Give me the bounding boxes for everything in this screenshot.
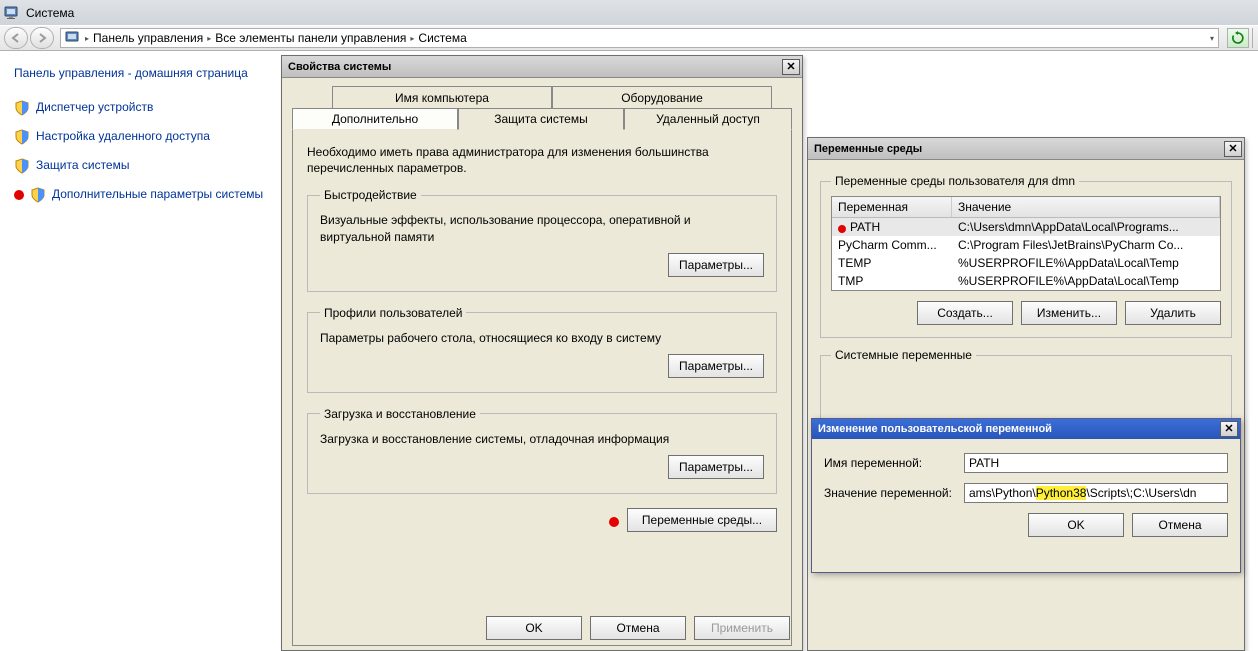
apply-button[interactable]: Применить bbox=[694, 616, 790, 640]
edit-user-var-button[interactable]: Изменить... bbox=[1021, 301, 1117, 325]
ok-button[interactable]: OK bbox=[1028, 513, 1124, 537]
window-titlebar[interactable]: Система bbox=[0, 0, 1258, 25]
device-manager-link[interactable]: Диспетчер устройств bbox=[14, 99, 266, 116]
system-properties-dialog: Свойства системы ✕ Имя компьютера Оборуд… bbox=[281, 55, 803, 651]
group-text: Визуальные эффекты, использование процес… bbox=[320, 212, 764, 244]
close-button[interactable]: ✕ bbox=[1224, 141, 1242, 157]
shield-icon bbox=[14, 100, 30, 116]
environment-variables-dialog: Переменные среды ✕ Переменные среды поль… bbox=[807, 137, 1245, 651]
dialog-titlebar[interactable]: Свойства системы ✕ bbox=[282, 56, 802, 78]
chevron-right-icon[interactable]: ▸ bbox=[85, 34, 89, 43]
breadcrumb-bar[interactable]: ▸ Панель управления ▸ Все элементы панел… bbox=[60, 28, 1219, 48]
separator bbox=[1252, 28, 1253, 48]
tab-computer-name[interactable]: Имя компьютера bbox=[332, 86, 552, 108]
control-panel-home-link[interactable]: Панель управления - домашняя страница bbox=[14, 65, 266, 81]
dialog-titlebar[interactable]: Изменение пользовательской переменной ✕ bbox=[812, 419, 1240, 439]
chevron-down-icon[interactable]: ▾ bbox=[1210, 34, 1214, 43]
tab-advanced-panel: Необходимо иметь права администратора дл… bbox=[292, 130, 792, 646]
link-label: Настройка удаленного доступа bbox=[36, 128, 210, 144]
user-profiles-group: Профили пользователей Параметры рабочего… bbox=[307, 306, 777, 393]
breadcrumb-item[interactable]: Панель управления bbox=[93, 31, 203, 45]
shield-icon bbox=[14, 129, 30, 145]
tab-remote[interactable]: Удаленный доступ bbox=[624, 108, 792, 130]
group-legend: Профили пользователей bbox=[320, 306, 466, 320]
dialog-title: Изменение пользовательской переменной bbox=[818, 423, 1220, 435]
edit-user-variable-dialog: Изменение пользовательской переменной ✕ … bbox=[811, 418, 1241, 573]
red-marker-icon bbox=[838, 225, 846, 233]
variable-value-input[interactable] bbox=[964, 483, 1228, 503]
dialog-title: Переменные среды bbox=[814, 143, 1224, 155]
chevron-right-icon[interactable]: ▸ bbox=[207, 34, 211, 43]
link-label: Защита системы bbox=[36, 157, 129, 173]
table-row[interactable]: TMP %USERPROFILE%\AppData\Local\Temp bbox=[832, 272, 1220, 290]
link-label: Диспетчер устройств bbox=[36, 99, 153, 115]
tab-strip: Имя компьютера Оборудование Дополнительн… bbox=[292, 86, 792, 130]
admin-note: Необходимо иметь права администратора дл… bbox=[307, 144, 777, 176]
cancel-button[interactable]: Отмена bbox=[1132, 513, 1228, 537]
group-legend: Переменные среды пользователя для dmn bbox=[831, 174, 1079, 188]
window-title: Система bbox=[26, 6, 74, 20]
close-button[interactable]: ✕ bbox=[782, 59, 800, 75]
tab-system-protection[interactable]: Защита системы bbox=[458, 108, 624, 130]
cancel-button[interactable]: Отмена bbox=[590, 616, 686, 640]
refresh-button[interactable] bbox=[1227, 28, 1249, 48]
breadcrumb-item[interactable]: Система bbox=[418, 31, 466, 45]
variable-name-label: Имя переменной: bbox=[824, 456, 964, 470]
dialog-titlebar[interactable]: Переменные среды ✕ bbox=[808, 138, 1244, 160]
performance-group: Быстродействие Визуальные эффекты, испол… bbox=[307, 188, 777, 291]
table-header: Переменная Значение bbox=[832, 197, 1220, 218]
environment-variables-button[interactable]: Переменные среды... bbox=[627, 508, 777, 532]
column-header-name[interactable]: Переменная bbox=[832, 197, 952, 217]
remote-access-link[interactable]: Настройка удаленного доступа bbox=[14, 128, 266, 145]
table-row[interactable]: TEMP %USERPROFILE%\AppData\Local\Temp bbox=[832, 254, 1220, 272]
delete-user-var-button[interactable]: Удалить bbox=[1125, 301, 1221, 325]
profiles-settings-button[interactable]: Параметры... bbox=[668, 354, 764, 378]
advanced-system-settings-link[interactable]: Дополнительные параметры системы bbox=[14, 186, 266, 203]
tab-hardware[interactable]: Оборудование bbox=[552, 86, 772, 108]
group-legend: Системные переменные bbox=[831, 348, 976, 362]
group-text: Загрузка и восстановление системы, отлад… bbox=[320, 431, 764, 447]
computer-icon bbox=[4, 5, 20, 21]
shield-icon bbox=[30, 187, 46, 203]
computer-icon bbox=[65, 30, 81, 46]
startup-settings-button[interactable]: Параметры... bbox=[668, 455, 764, 479]
group-legend: Быстродействие bbox=[320, 188, 421, 202]
var-value: C:\Program Files\JetBrains\PyCharm Co... bbox=[952, 236, 1220, 254]
close-button[interactable]: ✕ bbox=[1220, 421, 1238, 437]
shield-icon bbox=[14, 158, 30, 174]
group-legend: Загрузка и восстановление bbox=[320, 407, 480, 421]
nav-back-button[interactable] bbox=[4, 27, 28, 49]
var-value: %USERPROFILE%\AppData\Local\Temp bbox=[952, 254, 1220, 272]
column-header-value[interactable]: Значение bbox=[952, 197, 1220, 217]
toolbar: ▸ Панель управления ▸ Все элементы панел… bbox=[0, 25, 1258, 51]
var-name: TMP bbox=[832, 272, 952, 290]
table-row[interactable]: PATH C:\Users\dmn\AppData\Local\Programs… bbox=[832, 218, 1220, 236]
left-navigation-pane: Панель управления - домашняя страница Ди… bbox=[0, 51, 280, 651]
variable-value-label: Значение переменной: bbox=[824, 486, 964, 500]
system-protection-link[interactable]: Защита системы bbox=[14, 157, 266, 174]
dialog-button-row: OK Отмена Применить bbox=[486, 616, 790, 640]
tab-advanced[interactable]: Дополнительно bbox=[292, 108, 458, 130]
var-name: PyCharm Comm... bbox=[832, 236, 952, 254]
var-name: PATH bbox=[850, 220, 880, 234]
red-marker-icon bbox=[14, 190, 24, 200]
user-variables-table[interactable]: Переменная Значение PATH C:\Users\dmn\Ap… bbox=[831, 196, 1221, 291]
var-value: C:\Users\dmn\AppData\Local\Programs... bbox=[952, 218, 1220, 236]
user-variables-group: Переменные среды пользователя для dmn Пе… bbox=[820, 174, 1232, 338]
new-user-var-button[interactable]: Создать... bbox=[917, 301, 1013, 325]
group-text: Параметры рабочего стола, относящиеся ко… bbox=[320, 330, 764, 346]
ok-button[interactable]: OK bbox=[486, 616, 582, 640]
link-label: Дополнительные параметры системы bbox=[52, 186, 263, 202]
red-marker-icon bbox=[609, 517, 619, 527]
chevron-right-icon[interactable]: ▸ bbox=[410, 34, 414, 43]
startup-recovery-group: Загрузка и восстановление Загрузка и вос… bbox=[307, 407, 777, 494]
variable-name-input[interactable] bbox=[964, 453, 1228, 473]
performance-settings-button[interactable]: Параметры... bbox=[668, 253, 764, 277]
var-value: %USERPROFILE%\AppData\Local\Temp bbox=[952, 272, 1220, 290]
table-row[interactable]: PyCharm Comm... C:\Program Files\JetBrai… bbox=[832, 236, 1220, 254]
dialog-title: Свойства системы bbox=[288, 61, 782, 73]
breadcrumb-item[interactable]: Все элементы панели управления bbox=[215, 31, 406, 45]
nav-forward-button[interactable] bbox=[30, 27, 54, 49]
var-name: TEMP bbox=[832, 254, 952, 272]
